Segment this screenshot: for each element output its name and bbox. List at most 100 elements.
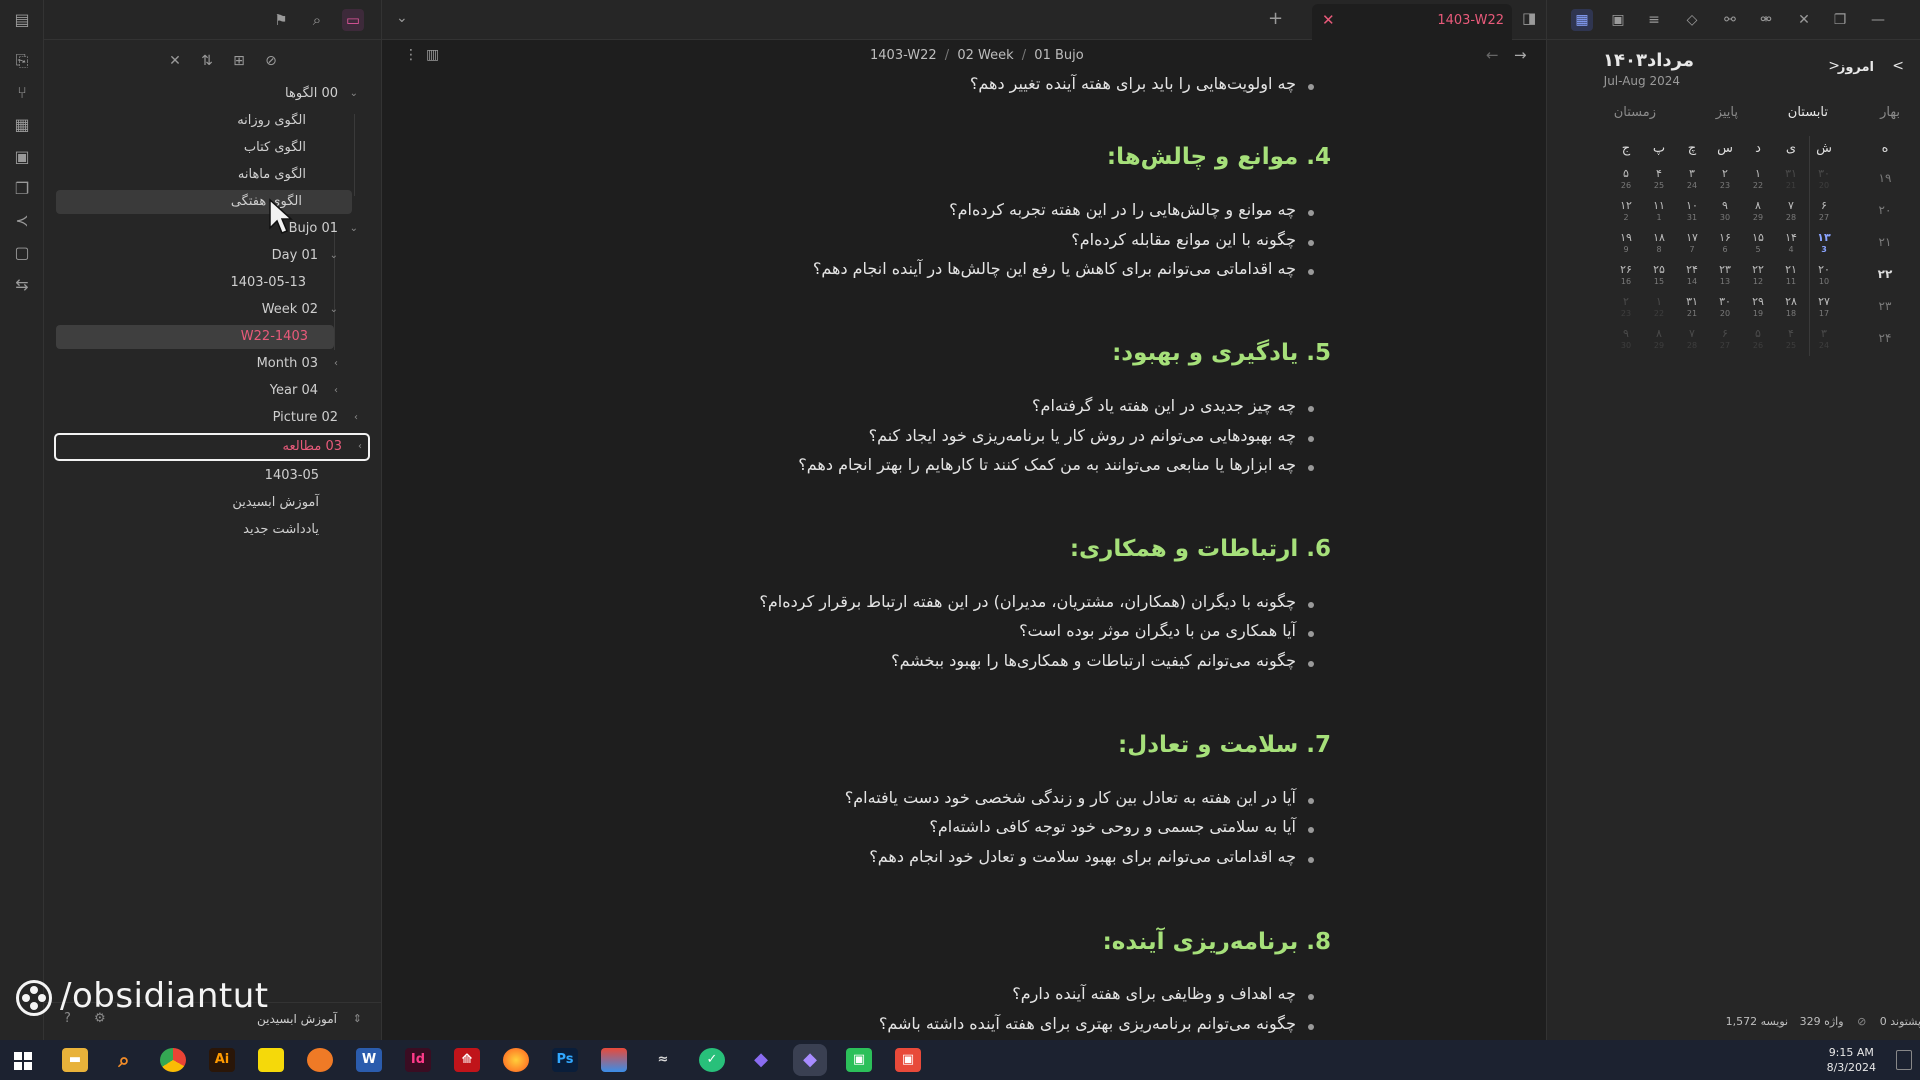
season-spring[interactable]: بهار <box>1880 105 1900 120</box>
calendar-day[interactable]: ۱۹ 9 <box>1614 232 1638 256</box>
calendar-day[interactable]: ۲۳ 13 <box>1713 264 1737 288</box>
status-backlinks[interactable]: پشتوند 0 <box>1880 1015 1920 1028</box>
graph-view-icon[interactable]: ⑂ <box>11 82 33 104</box>
week-number[interactable]: ۲۳ <box>1870 299 1900 313</box>
notes-app-icon[interactable] <box>258 1048 284 1072</box>
reading-view-icon[interactable]: ▥ <box>426 47 439 63</box>
new-tab-icon[interactable]: + <box>1268 8 1283 29</box>
tree-folder-year[interactable]: › 04 Year <box>84 379 338 403</box>
week-number[interactable]: ۲۰ <box>1870 203 1900 217</box>
more-options-icon[interactable]: ⋮ <box>404 47 418 63</box>
windows-start-icon[interactable] <box>14 1052 32 1070</box>
calendar-day[interactable]: ۱۸ 8 <box>1647 232 1671 256</box>
tree-file[interactable]: 1403-05-13 <box>84 271 316 295</box>
week-number[interactable]: ۲۱ <box>1870 235 1900 249</box>
calendar-day[interactable]: ۹ 30 <box>1614 328 1638 352</box>
calendar-next-button[interactable]: > <box>1828 58 1840 74</box>
sort-icon[interactable]: ⇅ <box>196 50 218 72</box>
canvas-icon[interactable]: ▦ <box>11 114 33 136</box>
calendar-day[interactable]: ۱۵ 5 <box>1746 232 1770 256</box>
nav-back-icon[interactable]: ← <box>1486 46 1499 64</box>
calendar-day[interactable]: ۱۳ 3 <box>1812 232 1836 256</box>
tree-folder-bujo[interactable]: ⌄ 01 Bujo <box>84 217 358 241</box>
note-content[interactable]: چه اولویت‌هایی را باید برای هفته آینده ت… <box>382 72 1546 1040</box>
calendar-day[interactable]: ۸ 29 <box>1746 200 1770 224</box>
tree-file-active[interactable]: 1403-W22 <box>56 325 334 349</box>
calendar-day[interactable]: ۳ 24 <box>1680 168 1704 192</box>
calendar-day[interactable]: ۱ 22 <box>1647 296 1671 320</box>
templates-icon[interactable]: ❐ <box>11 178 33 200</box>
search-icon[interactable]: ⌕ <box>306 9 328 31</box>
calendar-day[interactable]: ۳۱ 21 <box>1779 168 1803 192</box>
sidebar-toggle-icon[interactable]: ▤ <box>11 9 33 31</box>
orange-app-icon[interactable] <box>307 1048 333 1072</box>
window-close-icon[interactable]: ✕ <box>1793 9 1815 31</box>
calendar-day[interactable]: ۱۱ 1 <box>1647 200 1671 224</box>
obsidian-icon[interactable]: ◆ <box>748 1048 774 1072</box>
tree-folder-templates[interactable]: ⌄ 00 الگوها <box>84 82 358 106</box>
camtasia-icon[interactable]: ▣ <box>846 1048 872 1072</box>
taskbar-clock[interactable]: 9:15 AM 8/3/2024 <box>1827 1045 1876 1075</box>
calendar-prev-button[interactable]: < <box>1892 58 1904 74</box>
tab-list-chevron-icon[interactable]: ⌄ <box>396 10 408 26</box>
calendar-day[interactable]: ۷ 28 <box>1779 200 1803 224</box>
calendar-day[interactable]: ۴ 25 <box>1647 168 1671 192</box>
calendar-day[interactable]: ۲۰ 10 <box>1812 264 1836 288</box>
file-explorer-icon[interactable]: ▬ <box>62 1048 88 1072</box>
obsidian-active-icon[interactable]: ◆ <box>797 1048 823 1072</box>
tree-folder-week[interactable]: ⌄ 02 Week <box>84 298 338 322</box>
daily-note-icon[interactable]: ▣ <box>11 146 33 168</box>
calendar-day[interactable]: ۲۴ 14 <box>1680 264 1704 288</box>
season-summer[interactable]: تابستان <box>1788 105 1828 120</box>
window-restore-icon[interactable]: ❐ <box>1829 9 1851 31</box>
calendar-day[interactable]: ۲۶ 16 <box>1614 264 1638 288</box>
tab-weekly-note[interactable]: ✕ 1403-W22 <box>1312 4 1512 40</box>
tree-file-hovered[interactable]: الگوی هفتگی <box>56 190 352 214</box>
calendar-day[interactable]: ۲ 23 <box>1713 168 1737 192</box>
calendar-day[interactable]: ۲۸ 18 <box>1779 296 1803 320</box>
notifications-icon[interactable] <box>1896 1050 1912 1070</box>
calendar-day[interactable]: ۹ 30 <box>1713 200 1737 224</box>
new-folder-icon[interactable]: ⊞ <box>228 50 250 72</box>
calendar-day[interactable]: ۲۹ 19 <box>1746 296 1770 320</box>
recorder-icon[interactable]: ▣ <box>895 1048 921 1072</box>
indesign-icon[interactable]: Id <box>405 1048 431 1072</box>
week-number[interactable]: ۲۴ <box>1870 331 1900 345</box>
breadcrumb-file[interactable]: 1403-W22 <box>870 48 937 63</box>
winrar-icon[interactable] <box>601 1048 627 1072</box>
season-autumn[interactable]: پاییز <box>1716 105 1738 120</box>
calendar-day[interactable]: ۶ 27 <box>1812 200 1836 224</box>
calendar-day[interactable]: ۲ 23 <box>1614 296 1638 320</box>
nav-forward-icon[interactable]: → <box>1514 46 1527 64</box>
publish-icon[interactable]: ⇆ <box>11 274 33 296</box>
open-quick-switcher-icon[interactable]: ⎘ <box>11 50 33 72</box>
calendar-day[interactable]: ۵ 26 <box>1746 328 1770 352</box>
calendar-day[interactable]: ۷ 28 <box>1680 328 1704 352</box>
bookmark-icon[interactable]: ⚑ <box>270 9 292 31</box>
outgoing-links-icon[interactable]: ⚮ <box>1755 9 1777 31</box>
calendar-day[interactable]: ۳۱ 21 <box>1680 296 1704 320</box>
calendar-icon[interactable]: ▢ <box>11 242 33 264</box>
calendar-day[interactable]: ۲۱ 11 <box>1779 264 1803 288</box>
week-number[interactable]: ۲۲ <box>1870 267 1900 281</box>
search-magnifier-icon[interactable]: ⌕ <box>111 1048 137 1072</box>
firefox-icon[interactable] <box>503 1048 529 1072</box>
calendar-day[interactable]: ۱۶ 6 <box>1713 232 1737 256</box>
files-folder-icon[interactable]: ▭ <box>342 9 364 31</box>
calendar-day[interactable]: ۶ 27 <box>1713 328 1737 352</box>
shield-app-icon[interactable]: ✓ <box>699 1048 725 1072</box>
tree-file[interactable]: الگوی ماهانه <box>84 163 332 187</box>
acrobat-icon[interactable]: ⟰ <box>454 1048 480 1072</box>
tree-folder-picture[interactable]: › 02 Picture <box>84 406 358 430</box>
sync-status-icon[interactable]: ⊘ <box>1857 1015 1866 1028</box>
tags-icon[interactable]: ◇ <box>1681 9 1703 31</box>
calendar-day[interactable]: ۳۰ 20 <box>1713 296 1737 320</box>
calendar-day[interactable]: ۸ 29 <box>1647 328 1671 352</box>
calendar-day[interactable]: ۴ 25 <box>1779 328 1803 352</box>
calendar-day[interactable]: ۱ 22 <box>1746 168 1770 192</box>
window-minimize-icon[interactable]: — <box>1867 9 1889 31</box>
calendar-today-button[interactable]: امروز <box>1838 60 1874 75</box>
breadcrumb-folder[interactable]: 01 Bujo <box>1034 48 1083 63</box>
calendar-day[interactable]: ۲۷ 17 <box>1812 296 1836 320</box>
calendar-day[interactable]: ۱۴ 4 <box>1779 232 1803 256</box>
